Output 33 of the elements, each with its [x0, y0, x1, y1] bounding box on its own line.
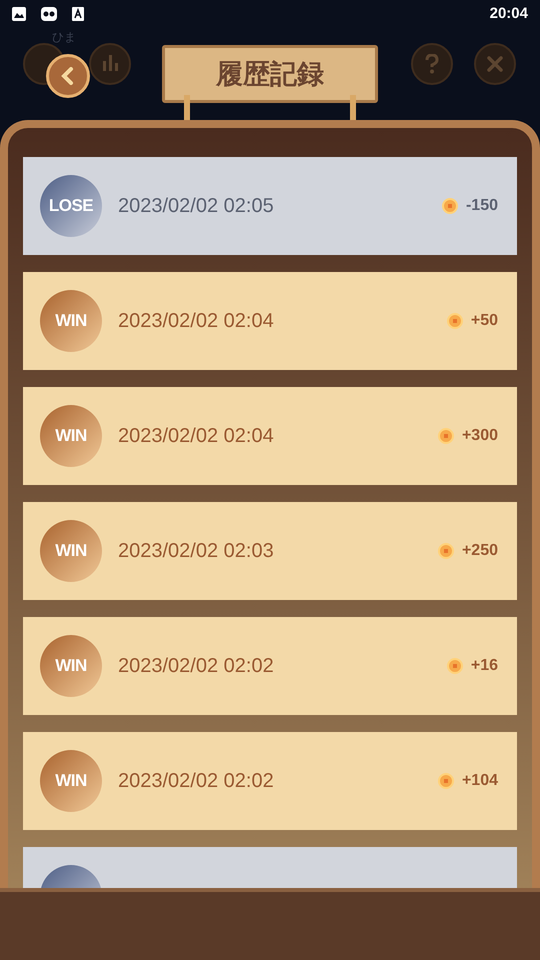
- coin-icon: [446, 313, 463, 329]
- coin-icon: [446, 658, 463, 674]
- coin-icon: [438, 543, 454, 559]
- result-badge: WIN: [40, 635, 102, 697]
- coin-amount: +300: [462, 426, 498, 446]
- help-icon[interactable]: [411, 43, 453, 85]
- record-time: 2023/02/02 02:04: [118, 309, 274, 334]
- result-badge: WIN: [40, 405, 102, 467]
- font-icon: [72, 7, 84, 21]
- record-time: 2023/02/02 02:02: [118, 654, 274, 679]
- coin-amount: +50: [470, 311, 498, 331]
- record-time: 2023/02/02 02:05: [118, 194, 274, 219]
- record-time: 2023/02/02 02:04: [118, 424, 274, 449]
- coin-amount: +250: [462, 541, 498, 561]
- result-badge: WIN: [40, 520, 102, 582]
- coin-icon: [438, 428, 454, 444]
- coin-icon: [438, 773, 454, 789]
- chevron-left-icon: [60, 67, 76, 85]
- record-time: 2023/02/02 02:03: [118, 539, 274, 564]
- record-time: 2023/02/02 02:02: [118, 769, 274, 794]
- mask-icon: [40, 6, 58, 22]
- close-icon[interactable]: [474, 43, 516, 85]
- coin-amount: +16: [470, 656, 498, 676]
- clock: 20:04: [490, 4, 528, 24]
- coin-amount: +104: [462, 771, 498, 791]
- back-button[interactable]: [46, 54, 90, 98]
- result-badge: WIN: [40, 750, 102, 812]
- result-badge: LOSE: [40, 175, 102, 237]
- image-icon: [12, 7, 26, 21]
- coin-amount: -150: [466, 196, 498, 216]
- coin-icon: [442, 198, 458, 214]
- page-title: 履歴記録: [214, 58, 325, 90]
- result-badge: WIN: [40, 290, 102, 352]
